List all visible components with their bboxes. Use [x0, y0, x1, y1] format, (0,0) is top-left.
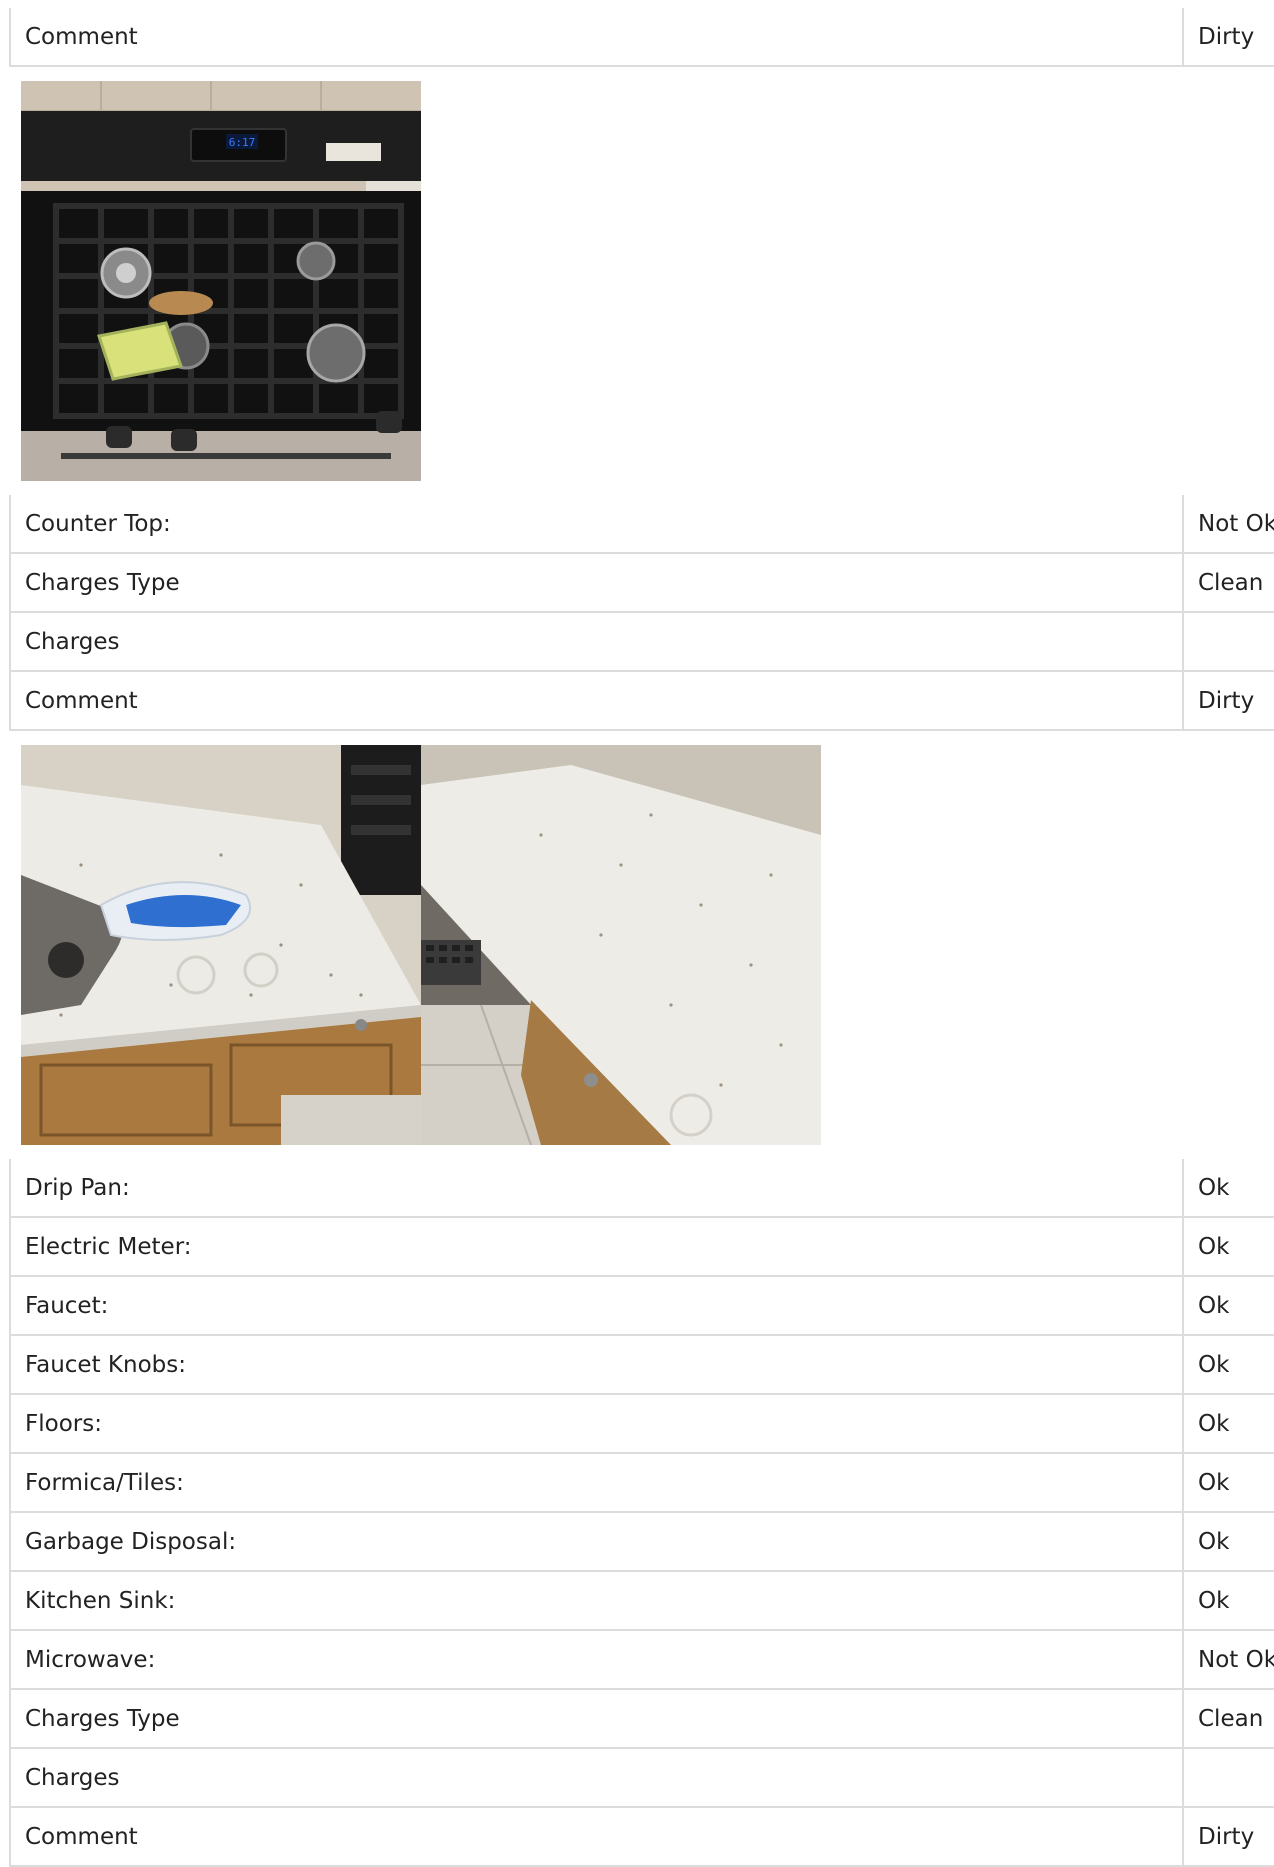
- row-label: Drip Pan:: [9, 1159, 1183, 1218]
- table-row: Comment Dirty: [9, 8, 1274, 67]
- row-label: Charges Type: [9, 553, 1183, 613]
- countertop-image-2: [421, 745, 821, 1145]
- table-row: Microwave: Not Ok: [9, 1630, 1274, 1690]
- row-value: Ok: [1182, 1512, 1274, 1572]
- countertop-image-1: [21, 745, 421, 1145]
- row-value: Clean: [1182, 553, 1274, 613]
- inspection-table-counter-top: Counter Top: Not Ok Charges Type Clean C…: [9, 495, 1274, 731]
- row-value: Not Ok: [1182, 1630, 1274, 1690]
- row-label: Floors:: [9, 1394, 1183, 1454]
- table-row: Counter Top: Not Ok: [9, 495, 1274, 554]
- row-label: Garbage Disposal:: [9, 1512, 1183, 1572]
- photo-strip-stove: 6:17: [9, 67, 1274, 495]
- row-label: Charges: [9, 1748, 1183, 1808]
- row-value: [1182, 1748, 1274, 1808]
- table-row: Drip Pan: Ok: [9, 1159, 1274, 1218]
- row-label: Formica/Tiles:: [9, 1453, 1183, 1513]
- stove-image: 6:17: [21, 81, 421, 481]
- stove-clock: 6:17: [229, 136, 256, 149]
- stove-photo[interactable]: 6:17: [21, 81, 421, 481]
- table-row: Floors: Ok: [9, 1394, 1274, 1454]
- row-label: Kitchen Sink:: [9, 1571, 1183, 1631]
- table-row: Charges: [9, 612, 1274, 672]
- row-label: Faucet:: [9, 1276, 1183, 1336]
- photo-strip-counter-top: [9, 731, 1274, 1159]
- row-label: Microwave:: [9, 1630, 1183, 1690]
- row-value: Ok: [1182, 1159, 1274, 1218]
- row-value: Ok: [1182, 1571, 1274, 1631]
- row-label: Comment: [9, 8, 1183, 67]
- row-value: Not Ok: [1182, 495, 1274, 554]
- table-row: Comment Dirty: [9, 671, 1274, 731]
- row-value: Clean: [1182, 1689, 1274, 1749]
- table-row: Comment Dirty: [9, 1807, 1274, 1867]
- table-row: Charges Type Clean: [9, 553, 1274, 613]
- row-value: Dirty: [1182, 1807, 1274, 1867]
- row-label: Electric Meter:: [9, 1217, 1183, 1277]
- table-row: Charges: [9, 1748, 1274, 1808]
- inspection-table-stove: Comment Dirty: [9, 8, 1274, 67]
- row-value: Dirty: [1182, 8, 1274, 67]
- row-value: Dirty: [1182, 671, 1274, 731]
- table-row: Faucet Knobs: Ok: [9, 1335, 1274, 1395]
- table-row: Formica/Tiles: Ok: [9, 1453, 1274, 1513]
- row-label: Charges: [9, 612, 1183, 672]
- row-value: [1182, 612, 1274, 672]
- row-label: Faucet Knobs:: [9, 1335, 1183, 1395]
- row-value: Ok: [1182, 1276, 1274, 1336]
- row-label: Comment: [9, 1807, 1183, 1867]
- row-label: Counter Top:: [9, 495, 1183, 554]
- row-value: Ok: [1182, 1394, 1274, 1454]
- table-row: Garbage Disposal: Ok: [9, 1512, 1274, 1572]
- row-value: Ok: [1182, 1453, 1274, 1513]
- table-row: Faucet: Ok: [9, 1276, 1274, 1336]
- row-value: Ok: [1182, 1335, 1274, 1395]
- table-row: Electric Meter: Ok: [9, 1217, 1274, 1277]
- inspection-report: Comment Dirty 6:17 Counter Top: Not Ok C…: [9, 8, 1274, 1867]
- table-row: Charges Type Clean: [9, 1689, 1274, 1749]
- countertop-photo-2[interactable]: [421, 745, 821, 1145]
- row-label: Comment: [9, 671, 1183, 731]
- row-label: Charges Type: [9, 1689, 1183, 1749]
- row-value: Ok: [1182, 1217, 1274, 1277]
- inspection-table-kitchen-items: Drip Pan: Ok Electric Meter: Ok Faucet: …: [9, 1159, 1274, 1867]
- table-row: Kitchen Sink: Ok: [9, 1571, 1274, 1631]
- countertop-photo-1[interactable]: [21, 745, 421, 1145]
